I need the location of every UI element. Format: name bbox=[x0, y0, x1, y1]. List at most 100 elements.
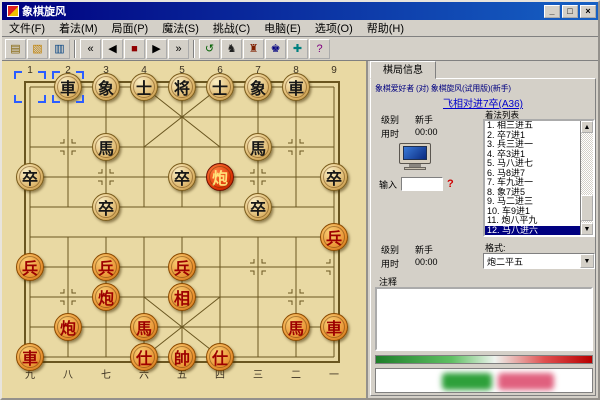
app-window: 象棋旋风 _ □ × 文件(F)着法(M)局面(P)魔法(S)挑战(C)电脑(E… bbox=[0, 0, 600, 400]
computer-play-button-icon[interactable]: ♚ bbox=[265, 39, 286, 59]
scroll-down-icon[interactable]: ▼ bbox=[581, 223, 593, 235]
board-pieces-layer: 車象士将士象車馬馬卒卒卒卒卒炮兵兵兵兵炮相炮馬馬車車仕帥仕 bbox=[2, 61, 366, 398]
players-line: 象棋爱好者 (对) 象棋旋风(试用版)(新手) bbox=[375, 83, 593, 94]
menu-item[interactable]: 局面(P) bbox=[105, 19, 156, 37]
move-list-scrollbar[interactable]: ▲ ▼ bbox=[580, 121, 593, 235]
black-time-value: 00:00 bbox=[415, 127, 438, 137]
chess-piece-炮[interactable]: 炮 bbox=[54, 313, 82, 341]
save-button-icon[interactable]: ▥ bbox=[49, 39, 70, 59]
help-button-icon[interactable]: ? bbox=[309, 39, 330, 59]
chess-piece-兵[interactable]: 兵 bbox=[320, 223, 348, 251]
menu-item[interactable]: 挑战(C) bbox=[206, 19, 257, 37]
menu-item[interactable]: 着法(M) bbox=[52, 19, 105, 37]
menu-item[interactable]: 电脑(E) bbox=[257, 19, 308, 37]
computer-icon bbox=[397, 143, 433, 171]
open-button-icon[interactable]: ▧ bbox=[27, 39, 48, 59]
prev-move-button-icon[interactable]: ◀ bbox=[102, 39, 123, 59]
chess-piece-士[interactable]: 士 bbox=[206, 73, 234, 101]
chess-piece-馬[interactable]: 馬 bbox=[282, 313, 310, 341]
help-question-icon[interactable]: ? bbox=[447, 178, 454, 190]
chess-piece-卒[interactable]: 卒 bbox=[244, 193, 272, 221]
banner-green-blob bbox=[442, 373, 492, 390]
chess-piece-兵[interactable]: 兵 bbox=[16, 253, 44, 281]
chess-piece-卒[interactable]: 卒 bbox=[168, 163, 196, 191]
info-panel-body: 象棋爱好者 (对) 象棋旋风(试用版)(新手) 飞相对进7卒(A36) 级别 新… bbox=[370, 78, 596, 396]
move-list-items: 1. 相三进五2. 卒7进13. 兵三进一4. 卒3进15. 马八进七6. 马8… bbox=[485, 121, 580, 235]
red-time-value: 00:00 bbox=[415, 257, 438, 267]
chess-piece-象[interactable]: 象 bbox=[92, 73, 120, 101]
chevron-down-icon[interactable]: ▼ bbox=[580, 254, 594, 268]
format-value: 炮二平五 bbox=[484, 255, 580, 268]
banner-pink-blob bbox=[498, 373, 554, 390]
stop-button-icon[interactable]: ■ bbox=[124, 39, 145, 59]
menu-item[interactable]: 选项(O) bbox=[308, 19, 360, 37]
info-panel: 棋局信息 象棋爱好者 (对) 象棋旋风(试用版)(新手) 飞相对进7卒(A36)… bbox=[368, 61, 598, 398]
title-bar: 象棋旋风 _ □ × bbox=[2, 2, 598, 20]
move-list[interactable]: 1. 相三进五2. 卒7进13. 兵三进一4. 卒3进15. 马八进七6. 马8… bbox=[483, 119, 595, 237]
menu-item[interactable]: 文件(F) bbox=[2, 19, 52, 37]
move-list-item[interactable]: 12. 马八进六 bbox=[485, 226, 580, 236]
maximize-button[interactable]: □ bbox=[562, 5, 578, 18]
scroll-thumb[interactable] bbox=[581, 195, 593, 221]
red-level-value: 新手 bbox=[415, 243, 433, 256]
chess-piece-将[interactable]: 将 bbox=[168, 73, 196, 101]
chess-board[interactable]: 123456789 九八七六五四三二一 車象士将士象車馬馬卒卒卒卒卒炮兵兵兵兵炮… bbox=[2, 61, 368, 398]
chess-piece-卒[interactable]: 卒 bbox=[16, 163, 44, 191]
banner-image bbox=[375, 368, 593, 393]
analysis-button-icon[interactable]: ♜ bbox=[243, 39, 264, 59]
chess-piece-車[interactable]: 車 bbox=[320, 313, 348, 341]
evaluation-bar bbox=[375, 355, 593, 364]
menu-item[interactable]: 魔法(S) bbox=[155, 19, 206, 37]
chess-piece-兵[interactable]: 兵 bbox=[168, 253, 196, 281]
move-input-row: 输入 ? bbox=[379, 177, 454, 191]
chess-piece-象[interactable]: 象 bbox=[244, 73, 272, 101]
close-button[interactable]: × bbox=[580, 5, 596, 18]
move-input[interactable] bbox=[401, 177, 443, 191]
chess-piece-相[interactable]: 相 bbox=[168, 283, 196, 311]
black-level-label: 级别 bbox=[381, 113, 399, 126]
toolbar-separator bbox=[74, 40, 76, 58]
first-move-button-icon[interactable]: « bbox=[80, 39, 101, 59]
flip-board-button-icon[interactable]: ↺ bbox=[199, 39, 220, 59]
chess-piece-馬[interactable]: 馬 bbox=[130, 313, 158, 341]
scroll-up-icon[interactable]: ▲ bbox=[581, 121, 593, 133]
chess-piece-馬[interactable]: 馬 bbox=[244, 133, 272, 161]
settings-button-icon[interactable]: ✚ bbox=[287, 39, 308, 59]
app-icon bbox=[7, 5, 19, 17]
main-content: 123456789 九八七六五四三二一 車象士将士象車馬馬卒卒卒卒卒炮兵兵兵兵炮… bbox=[2, 61, 598, 398]
chess-piece-仕[interactable]: 仕 bbox=[206, 343, 234, 371]
red-time-label: 用时 bbox=[381, 257, 399, 270]
input-label: 输入 bbox=[379, 178, 397, 191]
chess-piece-帥[interactable]: 帥 bbox=[168, 343, 196, 371]
scroll-track[interactable] bbox=[581, 133, 593, 223]
toolbar: ▤▧▥ «◀■▶» ↺♞♜♚✚? bbox=[2, 37, 598, 61]
chess-piece-馬[interactable]: 馬 bbox=[92, 133, 120, 161]
last-move-marker bbox=[14, 71, 46, 103]
tab-game-info[interactable]: 棋局信息 bbox=[370, 61, 436, 79]
chess-piece-士[interactable]: 士 bbox=[130, 73, 158, 101]
red-level-label: 级别 bbox=[381, 243, 399, 256]
menu-item[interactable]: 帮助(H) bbox=[360, 19, 411, 37]
window-controls: _ □ × bbox=[544, 5, 596, 18]
engine-button-icon[interactable]: ♞ bbox=[221, 39, 242, 59]
chess-piece-炮[interactable]: 炮 bbox=[206, 163, 234, 191]
minimize-button[interactable]: _ bbox=[544, 5, 560, 18]
chess-piece-卒[interactable]: 卒 bbox=[320, 163, 348, 191]
chess-piece-炮[interactable]: 炮 bbox=[92, 283, 120, 311]
menu-bar: 文件(F)着法(M)局面(P)魔法(S)挑战(C)电脑(E)选项(O)帮助(H) bbox=[2, 20, 598, 37]
toolbar-separator bbox=[193, 40, 195, 58]
notation-format-select[interactable]: 炮二平五 ▼ bbox=[483, 253, 595, 269]
chess-piece-兵[interactable]: 兵 bbox=[92, 253, 120, 281]
chess-piece-車[interactable]: 車 bbox=[282, 73, 310, 101]
black-time-label: 用时 bbox=[381, 127, 399, 140]
black-level-value: 新手 bbox=[415, 113, 433, 126]
next-move-button-icon[interactable]: ▶ bbox=[146, 39, 167, 59]
chess-piece-車[interactable]: 車 bbox=[16, 343, 44, 371]
chess-piece-仕[interactable]: 仕 bbox=[130, 343, 158, 371]
new-game-button-icon[interactable]: ▤ bbox=[5, 39, 26, 59]
last-move-marker bbox=[52, 71, 84, 103]
notes-textarea[interactable] bbox=[375, 287, 593, 351]
opening-link[interactable]: 飞相对进7卒(A36) bbox=[371, 95, 595, 110]
last-move-button-icon[interactable]: » bbox=[168, 39, 189, 59]
chess-piece-卒[interactable]: 卒 bbox=[92, 193, 120, 221]
